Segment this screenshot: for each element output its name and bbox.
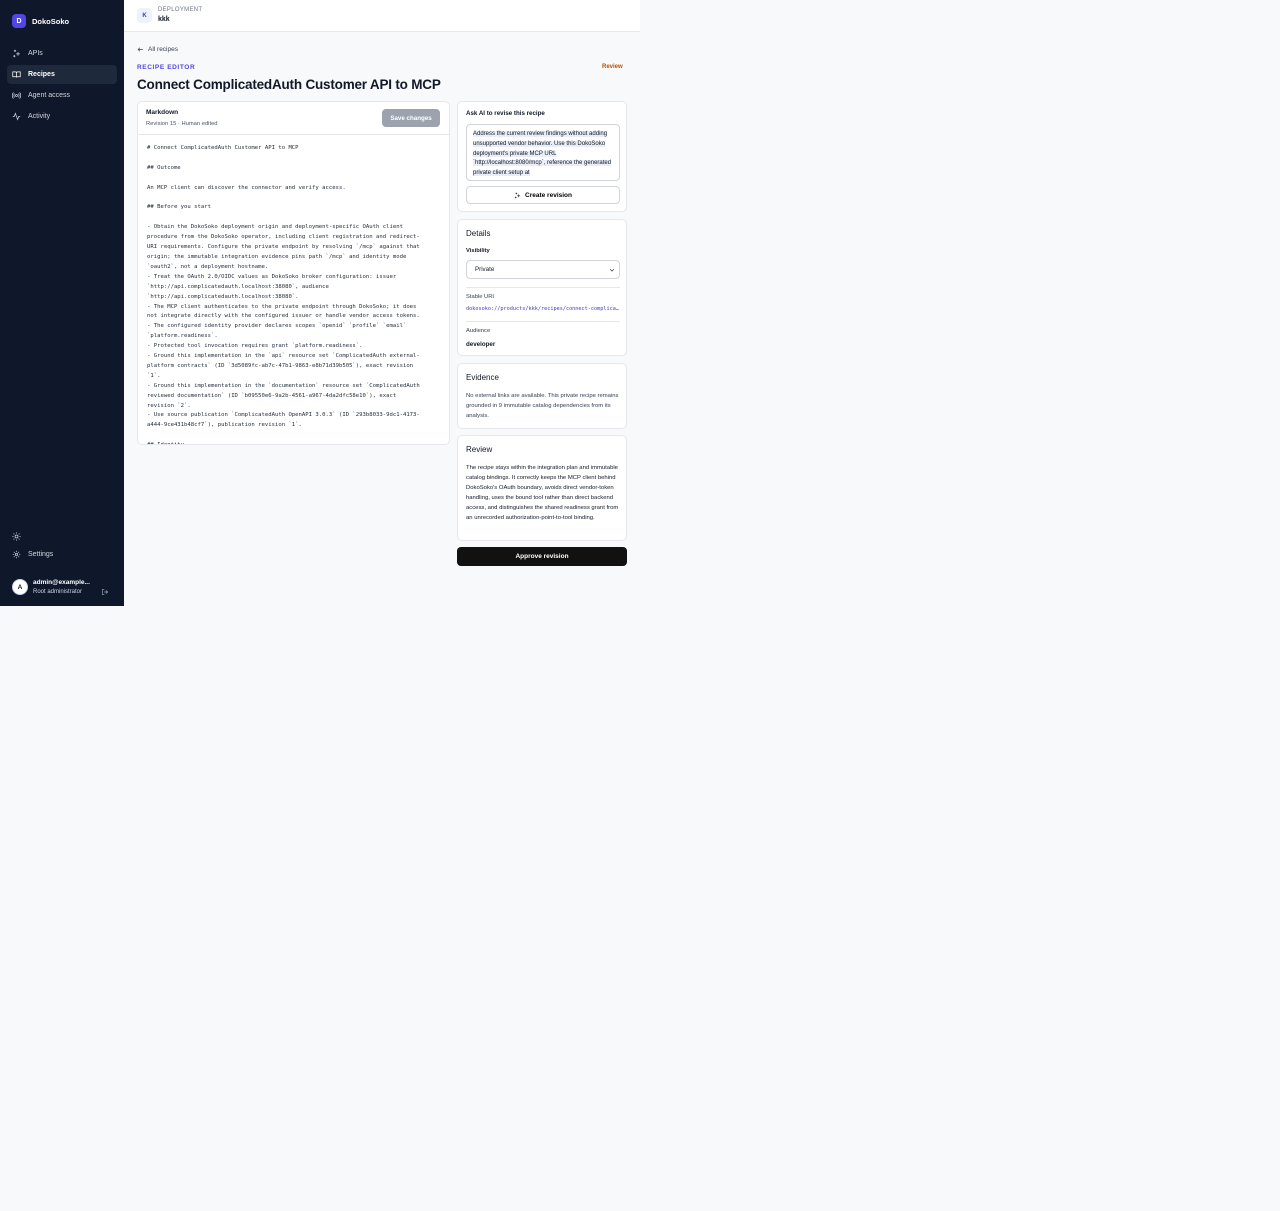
resize-handle-icon[interactable] bbox=[441, 436, 447, 444]
stable-uri[interactable]: dokosoko://products/kkk/recipes/connect-… bbox=[466, 306, 620, 312]
divider bbox=[466, 287, 620, 288]
user-menu[interactable]: A admin@example... Root administrator bbox=[12, 577, 112, 597]
sidebar-item-label: APIs bbox=[28, 50, 43, 57]
revision-info: Revision 15 · Human edited bbox=[146, 121, 218, 127]
deployment-label: DEPLOYMENT bbox=[158, 7, 203, 13]
sidebar-item-apis[interactable]: APIs bbox=[7, 44, 117, 63]
evidence-panel: Evidence No external links are available… bbox=[457, 363, 627, 429]
page-title: Connect ComplicatedAuth Customer API to … bbox=[137, 77, 441, 92]
details-panel: Details Visibility Private Stable URI do… bbox=[457, 219, 627, 356]
visibility-value: Private bbox=[475, 266, 495, 273]
review-panel: Review The recipe stays within the integ… bbox=[457, 435, 627, 541]
brand[interactable]: D DokoSoko bbox=[12, 14, 69, 28]
sidebar-item-activity[interactable]: Activity bbox=[7, 107, 117, 126]
sidebar-item-settings[interactable]: Settings bbox=[7, 545, 117, 564]
evidence-title: Evidence bbox=[466, 373, 499, 382]
audience-label: Audience bbox=[466, 328, 491, 334]
arrow-left-icon bbox=[137, 47, 143, 52]
markdown-textarea[interactable]: # Connect ComplicatedAuth Customer API t… bbox=[147, 144, 443, 444]
user-role: Root administrator bbox=[33, 589, 83, 595]
stable-uri-label: Stable URI bbox=[466, 294, 495, 300]
deployment-badge: K bbox=[137, 8, 152, 23]
status-badge: Review bbox=[602, 64, 623, 70]
avatar: A bbox=[12, 579, 28, 595]
topbar: K DEPLOYMENT kkk bbox=[124, 0, 640, 32]
audience-value: developer bbox=[466, 341, 496, 348]
ask-ai-label: Ask AI to revise this recipe bbox=[466, 110, 545, 117]
activity-icon bbox=[12, 112, 21, 121]
logout-icon[interactable] bbox=[101, 583, 109, 595]
visibility-label: Visibility bbox=[466, 248, 490, 254]
divider bbox=[466, 321, 620, 322]
back-link-label: All recipes bbox=[148, 46, 178, 53]
user-info: admin@example... Root administrator bbox=[33, 579, 95, 595]
sidebar-item-label: Activity bbox=[28, 113, 51, 120]
visibility-select[interactable]: Private bbox=[466, 260, 620, 279]
gear-icon bbox=[12, 550, 21, 559]
sidebar-item-agent-access[interactable]: Agent access bbox=[7, 86, 117, 105]
sidebar: D DokoSoko APIs Recipes Agent access Act… bbox=[0, 0, 124, 606]
sidebar-item-label: Settings bbox=[28, 551, 54, 558]
approve-revision-button[interactable]: Approve revision bbox=[457, 547, 627, 566]
sidebar-settings: Settings bbox=[7, 545, 117, 566]
radio-icon bbox=[12, 91, 21, 100]
create-revision-button[interactable]: Create revision bbox=[466, 186, 620, 204]
chevron-down-icon bbox=[609, 268, 615, 272]
ask-ai-panel: Ask AI to revise this recipe Address the… bbox=[457, 101, 627, 212]
page-eyebrow: RECIPE EDITOR bbox=[137, 64, 196, 71]
ask-ai-text: Address the current review findings with… bbox=[473, 131, 612, 177]
ask-ai-textarea[interactable]: Address the current review findings with… bbox=[466, 124, 620, 181]
create-revision-label: Create revision bbox=[525, 191, 572, 199]
markdown-editor: Markdown Revision 15 · Human edited Save… bbox=[137, 101, 450, 445]
sparkles-icon bbox=[514, 192, 521, 198]
save-button[interactable]: Save changes bbox=[382, 109, 440, 127]
deployment-name[interactable]: kkk bbox=[158, 16, 170, 23]
sidebar-nav: APIs Recipes Agent access Activity bbox=[7, 44, 117, 128]
book-open-icon bbox=[12, 70, 21, 79]
details-title: Details bbox=[466, 229, 491, 238]
editor-header: Markdown Revision 15 · Human edited Save… bbox=[138, 102, 449, 135]
brand-name: DokoSoko bbox=[32, 16, 70, 26]
editor-mode: Markdown bbox=[146, 109, 179, 116]
sparkles-icon bbox=[12, 49, 21, 58]
sidebar-item-recipes[interactable]: Recipes bbox=[7, 65, 117, 84]
sidebar-item-label: Agent access bbox=[28, 92, 71, 99]
back-link[interactable]: All recipes bbox=[137, 46, 178, 53]
user-email: admin@example... bbox=[33, 579, 90, 586]
sun-icon[interactable] bbox=[12, 528, 21, 541]
evidence-text: No external links are available. This pr… bbox=[466, 393, 619, 419]
brand-logo: D bbox=[12, 14, 26, 28]
review-text: The recipe stays within the integration … bbox=[466, 465, 619, 521]
sidebar-item-label: Recipes bbox=[28, 71, 55, 78]
review-title: Review bbox=[466, 445, 493, 454]
